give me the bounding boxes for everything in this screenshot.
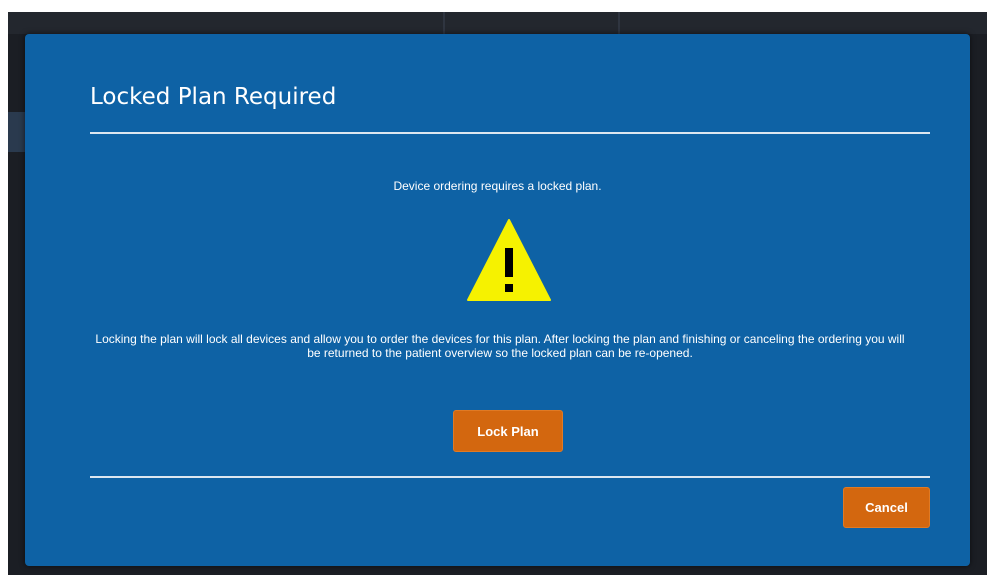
header-divider [90,132,930,134]
intro-message: Device ordering requires a locked plan. [393,179,602,193]
lock-plan-button[interactable]: Lock Plan [453,410,563,452]
locked-plan-dialog: Locked Plan Required Device ordering req… [25,34,970,566]
lock-explanation-message: Locking the plan will lock all devices a… [95,332,905,360]
cancel-button[interactable]: Cancel [843,487,930,528]
background-divider [618,12,620,34]
warning-triangle-icon [467,219,551,301]
background-toolbar [8,12,987,34]
background-side-tab [8,112,26,152]
background-divider [443,12,445,34]
dialog-title: Locked Plan Required [90,84,337,110]
footer-divider [90,476,930,478]
